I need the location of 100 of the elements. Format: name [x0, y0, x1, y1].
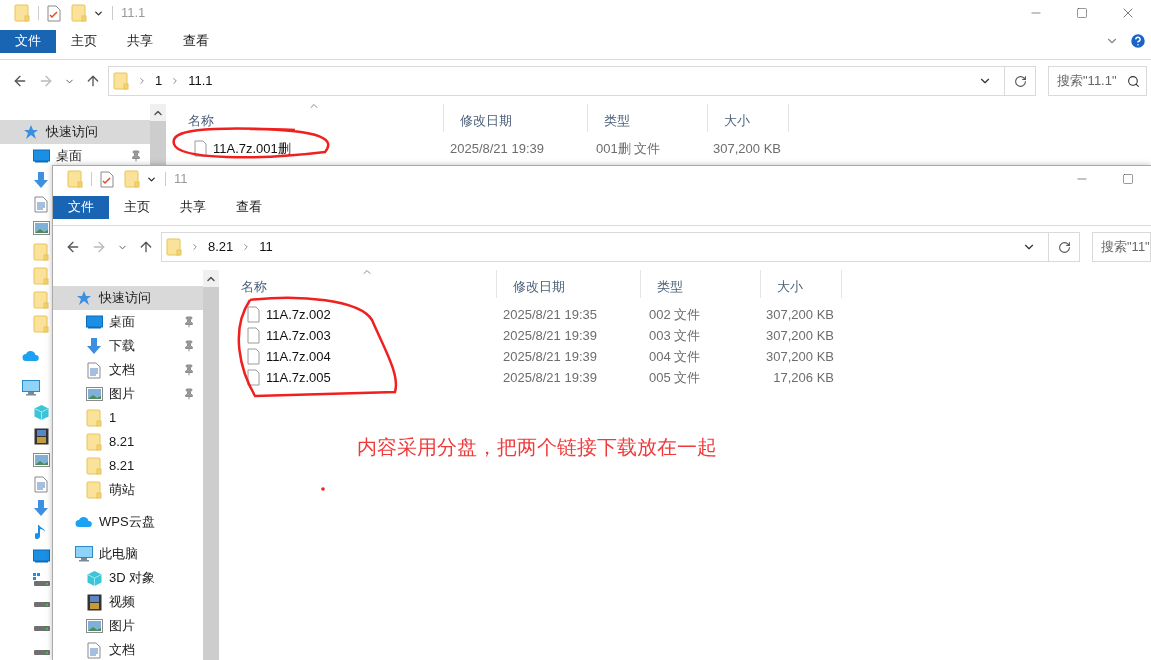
- back-icon[interactable]: [65, 239, 81, 255]
- music-note-icon: [35, 523, 47, 541]
- file-name: 11A.7z.002: [266, 305, 331, 324]
- help-icon[interactable]: [1129, 32, 1147, 50]
- date-cell-text: 2025/8/21 19:39: [502, 326, 598, 345]
- file-icon: [247, 327, 260, 344]
- size-cell-text: 307,200 KB: [765, 305, 835, 324]
- ribbon-tab[interactable]: 共享: [112, 29, 168, 53]
- file-row[interactable]: 11A.7z.002 2025/8/21 19:35 002 文件 307,200 KB: [225, 304, 1151, 325]
- ribbon-tab[interactable]: 文件: [0, 29, 56, 53]
- annotation-dot: [321, 487, 325, 491]
- navigation-item[interactable]: 视频: [53, 590, 203, 614]
- folder-icon: [33, 291, 49, 309]
- system-drive-icon: [32, 573, 50, 587]
- navigation-group-item[interactable]: 此电脑: [53, 542, 203, 566]
- file-name: 11A.7z.005: [266, 368, 331, 387]
- breadcrumb[interactable]: 1: [155, 71, 163, 91]
- folder-icon: [86, 481, 102, 499]
- ribbon-tab[interactable]: 主页: [56, 29, 112, 53]
- ribbon-tab[interactable]: 主页: [109, 195, 165, 219]
- file-row[interactable]: 11A.7z.001删 2025/8/21 19:39 001删 文件 307,200 KB: [172, 138, 1151, 159]
- search-field[interactable]: 搜索"11.1": [1048, 66, 1147, 96]
- navigation-item[interactable]: 8.21: [53, 430, 203, 454]
- refresh-icon: [1057, 240, 1071, 254]
- size-cell-text: 307,200 KB: [712, 139, 782, 158]
- navigation-item[interactable]: 下载: [53, 334, 203, 358]
- scroll-up-icon[interactable]: [150, 104, 166, 121]
- ribbon-tab[interactable]: 查看: [168, 29, 224, 53]
- navigation-item[interactable]: 图片: [53, 382, 203, 406]
- drive-icon: [32, 624, 50, 632]
- type-cell-text: 002 文件: [648, 305, 702, 324]
- up-icon[interactable]: [85, 73, 101, 89]
- scroll-up-icon[interactable]: [203, 270, 219, 287]
- ribbon-tab[interactable]: 查看: [221, 195, 277, 219]
- breadcrumb-separator-icon: [190, 242, 200, 252]
- address-bar[interactable]: 1 11.1: [108, 66, 1036, 96]
- navigation-item[interactable]: 8.21: [53, 454, 203, 478]
- navigation-item[interactable]: 萌站: [53, 478, 203, 502]
- breadcrumb[interactable]: 8.21: [208, 237, 234, 257]
- column-header[interactable]: 类型: [641, 270, 761, 298]
- document-icon: [87, 361, 101, 379]
- navigation-item[interactable]: 图片: [53, 614, 203, 638]
- folder-icon: [86, 433, 102, 451]
- cube-icon: [85, 569, 103, 587]
- size-cell-text: 307,200 KB: [765, 326, 835, 345]
- folder-icon: [33, 243, 49, 261]
- maximize-icon: [1076, 7, 1088, 19]
- navigation-item[interactable]: 文档: [53, 358, 203, 382]
- navigation-item[interactable]: 3D 对象: [53, 566, 203, 590]
- file-row[interactable]: 11A.7z.005 2025/8/21 19:39 005 文件 17,206 KB: [225, 367, 1151, 388]
- ribbon-tab[interactable]: 共享: [165, 195, 221, 219]
- address-bar[interactable]: 8.21 11: [161, 232, 1080, 262]
- maximize-icon: [1122, 173, 1134, 185]
- ribbon-tab[interactable]: 文件: [53, 195, 109, 219]
- file-icon: [194, 140, 207, 157]
- window-title: 11.1: [121, 4, 146, 23]
- breadcrumb[interactable]: 11: [259, 237, 273, 257]
- column-header[interactable]: 名称: [172, 104, 444, 132]
- file-row[interactable]: 11A.7z.004 2025/8/21 19:39 004 文件 307,200 KB: [225, 346, 1151, 367]
- type-cell-text: 004 文件: [648, 347, 702, 366]
- date-cell-text: 2025/8/21 19:39: [449, 139, 545, 158]
- cloud-icon: [75, 516, 93, 528]
- desktop-icon: [32, 149, 50, 163]
- column-header[interactable]: 修改日期: [497, 270, 641, 298]
- file-row[interactable]: 11A.7z.003 2025/8/21 19:39 003 文件 307,200 KB: [225, 325, 1151, 346]
- computer-icon: [75, 546, 93, 562]
- column-header[interactable]: 大小: [761, 270, 842, 298]
- column-header[interactable]: 类型: [588, 104, 708, 132]
- folder-icon: [113, 72, 129, 90]
- file-name: 11A.7z.003: [266, 326, 331, 345]
- file-icon: [247, 369, 260, 386]
- column-header[interactable]: 名称: [225, 270, 497, 298]
- annotation-text: 内容采用分盘，把两个链接下载放在一起: [357, 435, 717, 460]
- desktop-icon: [32, 549, 50, 563]
- size-cell-text: 307,200 KB: [765, 347, 835, 366]
- date-cell-text: 2025/8/21 19:39: [502, 368, 598, 387]
- navigation-group-item[interactable]: 快速访问: [53, 286, 203, 310]
- properties-icon[interactable]: [47, 4, 61, 22]
- back-icon[interactable]: [12, 73, 28, 89]
- navigation-item[interactable]: 1: [53, 406, 203, 430]
- picture-icon: [85, 387, 103, 401]
- navigation-item[interactable]: 文档: [53, 638, 203, 660]
- download-icon: [33, 171, 49, 189]
- navigation-item[interactable]: 桌面: [53, 310, 203, 334]
- breadcrumb-separator-icon: [137, 76, 147, 86]
- navigation-group-item[interactable]: 快速访问: [0, 120, 150, 144]
- file-name: 11A.7z.004: [266, 347, 331, 366]
- date-cell-text: 2025/8/21 19:39: [502, 347, 598, 366]
- size-cell-text: 17,206 KB: [772, 368, 835, 387]
- breadcrumb[interactable]: 11.1: [188, 71, 213, 91]
- navigation-item[interactable]: 桌面: [0, 144, 150, 168]
- search-field[interactable]: 搜索"11": [1092, 232, 1151, 262]
- column-header[interactable]: 大小: [708, 104, 789, 132]
- search-icon: [1127, 74, 1140, 88]
- column-header[interactable]: 修改日期: [444, 104, 588, 132]
- scrollbar[interactable]: [203, 270, 219, 660]
- navigation-group-item[interactable]: WPS云盘: [53, 510, 203, 534]
- properties-icon[interactable]: [100, 170, 114, 188]
- picture-icon: [32, 453, 50, 467]
- up-icon[interactable]: [138, 239, 154, 255]
